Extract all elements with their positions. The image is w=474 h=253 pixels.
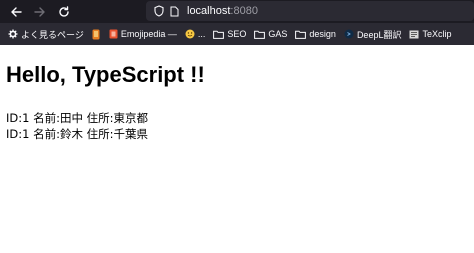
bookmark-label: よく見るページ: [21, 29, 84, 40]
gear-icon: [8, 29, 18, 39]
bookmark-folder-gas[interactable]: GAS: [254, 29, 287, 39]
forward-button[interactable]: [28, 0, 52, 23]
url-host: localhost: [187, 5, 231, 17]
bookmark-tab[interactable]: [92, 29, 103, 40]
bookmark-deepl[interactable]: DeepL翻訳: [344, 28, 402, 41]
tab-icon: [92, 29, 100, 40]
bookmark-emojipedia[interactable]: Emojipedia —: [109, 29, 177, 39]
back-button[interactable]: [4, 0, 28, 23]
folder-icon: [213, 30, 225, 39]
bookmark-most-visited[interactable]: よく見るページ: [8, 28, 84, 41]
texclip-favicon: [409, 30, 419, 39]
bookmark-texclip[interactable]: TeXclip: [409, 29, 451, 39]
page-heading: Hello, TypeScript !!: [6, 62, 205, 87]
reload-button[interactable]: [52, 0, 76, 23]
bookmark-folder-design[interactable]: design: [295, 29, 336, 39]
url-port: :8080: [230, 5, 258, 17]
folder-icon: [295, 30, 307, 39]
bookmark-label: SEO: [227, 29, 247, 39]
bookmark-label: DeepL翻訳: [356, 29, 402, 40]
folder-icon: [254, 30, 266, 39]
bookmarks-toolbar: よく見るページ Emojipedia — ... SEO GAS design: [0, 23, 474, 45]
arrow-left-icon: [11, 6, 22, 17]
bookmark-emoji-more[interactable]: ...: [185, 29, 206, 39]
emojipedia-favicon: [109, 29, 118, 39]
bookmark-folder-seo[interactable]: SEO: [213, 29, 246, 39]
page-icon[interactable]: [170, 6, 179, 17]
user-line: ID:1 名前:田中 住所:東京都: [6, 111, 148, 125]
bookmark-label: ...: [197, 29, 206, 39]
bookmark-label: Emojipedia —: [120, 29, 177, 39]
smiley-icon: [185, 29, 195, 39]
browser-toolbar: localhost:8080: [0, 0, 474, 23]
deepl-favicon: [344, 29, 354, 39]
url-text[interactable]: localhost:8080: [187, 5, 258, 17]
user-line: ID:1 名前:鈴木 住所:千葉県: [6, 127, 148, 141]
bookmark-label: design: [309, 29, 336, 39]
address-bar[interactable]: localhost:8080: [146, 1, 474, 21]
bookmark-label: GAS: [268, 29, 288, 39]
shield-icon[interactable]: [154, 5, 164, 17]
page-content: Hello, TypeScript !! ID:1 名前:田中 住所:東京都 I…: [0, 45, 474, 253]
reload-icon: [59, 5, 69, 17]
arrow-right-icon: [34, 6, 45, 17]
bookmark-label: TeXclip: [422, 29, 452, 39]
